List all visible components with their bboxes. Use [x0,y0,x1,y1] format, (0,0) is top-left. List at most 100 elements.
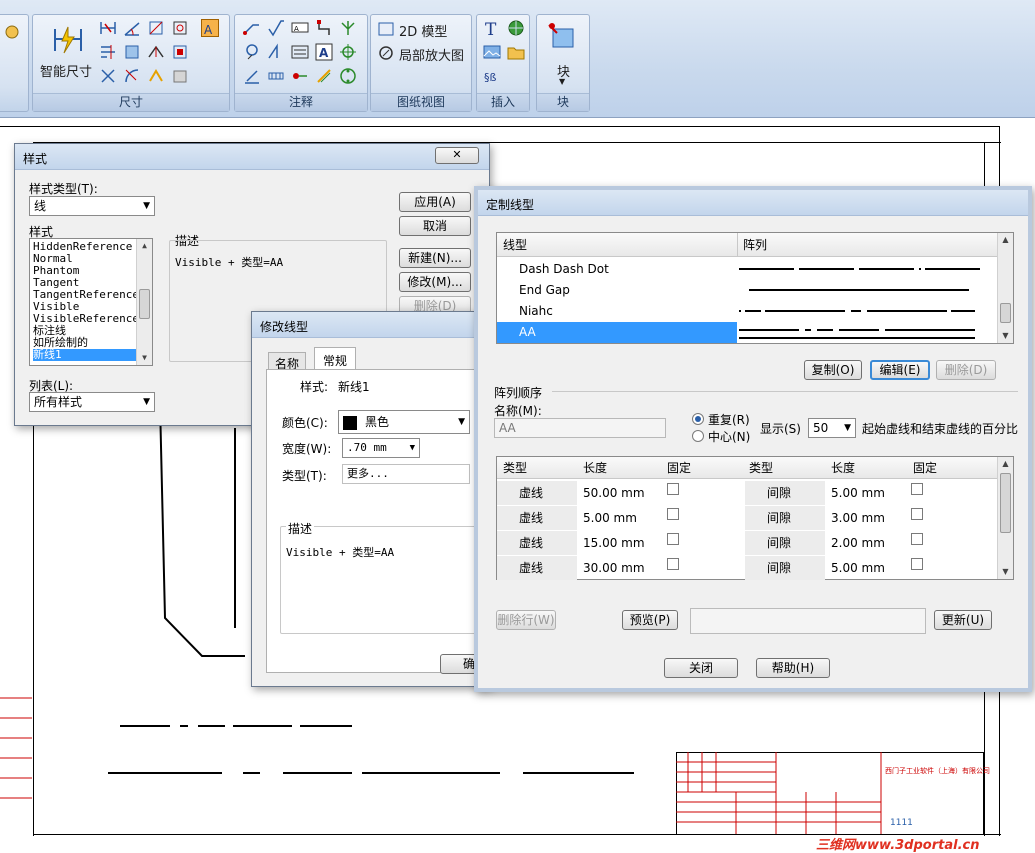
help-button[interactable]: 帮助(H) [756,658,830,678]
scroll-thumb[interactable] [1000,303,1011,323]
detail-view-icon[interactable] [377,44,395,62]
col-linetype[interactable]: 线型 [503,233,527,257]
scroll-up-icon[interactable]: ▲ [998,457,1013,471]
repeat-radio[interactable] [692,413,704,425]
scroll-thumb[interactable] [139,289,150,319]
preview-button[interactable]: 预览(P) [622,610,678,630]
linetype-list[interactable]: 线型 阵列 Dash Dash Dot End Gap Niahc AA ▲ ▼ [496,232,1014,344]
dash-length-cell[interactable]: 5.00 mm [577,506,661,530]
bolt-hole-circle-icon[interactable] [339,67,357,85]
cancel-button[interactable]: 取消 [399,216,471,236]
dash-length-cell[interactable]: 30.00 mm [577,556,661,580]
smart-dimension-icon[interactable] [51,23,85,57]
linear-dim-icon[interactable] [99,19,117,37]
modify-dialog-titlebar[interactable]: 修改线型 [252,312,490,338]
update-button[interactable]: 更新(U) [934,610,992,630]
name-field[interactable]: AA [494,418,666,438]
close-icon[interactable]: ✕ [435,147,479,164]
block-icon[interactable] [547,21,577,51]
dash-type-cell[interactable]: 间隙 [745,531,825,555]
model-2d-button[interactable]: 2D 模型 [399,21,447,40]
center-mark-icon[interactable] [339,19,357,37]
dash-type-cell[interactable]: 虚线 [497,481,577,505]
hand-icon[interactable] [3,23,21,41]
chain-dim-icon[interactable] [147,43,165,61]
modify-button[interactable]: 修改(M)... [399,272,471,292]
col-fixed-1[interactable]: 固定 [667,457,691,479]
ordinate-dim-icon[interactable] [123,43,141,61]
linetype-name[interactable]: Niahc [497,301,737,322]
hole-dim-icon[interactable] [171,19,189,37]
list-item[interactable]: 新线1 [33,349,136,361]
style-type-select[interactable]: 线 ▼ [29,196,155,216]
dash-length-cell[interactable]: 5.00 mm [825,556,909,580]
dash-type-cell[interactable]: 间隙 [745,481,825,505]
weld-icon[interactable] [315,19,333,37]
fixed-checkbox[interactable] [667,533,679,545]
fixed-checkbox[interactable] [911,558,923,570]
chevron-down-icon[interactable]: ▼ [559,77,565,86]
apply-button[interactable]: 应用(A) [399,192,471,212]
chamfer-dim-icon[interactable] [147,19,165,37]
table-row[interactable]: 虚线 30.00 mm 间隙 5.00 mm [497,556,997,580]
surface-finish-icon[interactable] [267,19,285,37]
fixed-checkbox[interactable] [911,508,923,520]
styles-list[interactable]: HiddenReference Normal Phantom Tangent Tange… [29,238,153,366]
centerline-icon[interactable] [315,67,333,85]
detail-view-button[interactable]: 局部放大图 [399,45,464,64]
col-type-2[interactable]: 类型 [749,457,773,479]
width-select[interactable]: .70 mm ▼ [342,438,420,458]
col-array[interactable]: 阵列 [743,233,767,257]
scroll-up-icon[interactable]: ▲ [998,233,1013,247]
color-select[interactable]: 黑色 ▼ [338,410,470,434]
symbol-icon[interactable]: §ß [483,67,501,85]
table-row[interactable]: 虚线 15.00 mm 间隙 2.00 mm [497,531,997,555]
table-row[interactable]: AA [497,322,997,343]
dash-table-scrollbar[interactable]: ▲ ▼ [997,457,1013,579]
text-style-icon[interactable]: A [201,19,219,37]
col-length-1[interactable]: 长度 [583,457,607,479]
balloon-icon[interactable] [291,67,309,85]
table-row[interactable]: Niahc [497,301,997,322]
dash-type-cell[interactable]: 虚线 [497,531,577,555]
feature-control-icon[interactable] [267,43,285,61]
dash-type-cell[interactable]: 间隙 [745,506,825,530]
note-icon[interactable] [291,43,309,61]
list-filter-select[interactable]: 所有样式 ▼ [29,392,155,412]
radius-dim-icon[interactable] [123,67,141,85]
fixed-checkbox[interactable] [667,483,679,495]
fixed-checkbox[interactable] [667,558,679,570]
table-row[interactable]: 虚线 50.00 mm 间隙 5.00 mm [497,481,997,505]
center-radio[interactable] [692,430,704,442]
fixed-checkbox[interactable] [911,483,923,495]
col-type-1[interactable]: 类型 [503,457,527,479]
linetype-name[interactable]: Dash Dash Dot [497,259,737,280]
dim-style-icon[interactable] [171,67,189,85]
baseline-dim-icon[interactable] [99,43,117,61]
dash-length-cell[interactable]: 50.00 mm [577,481,661,505]
style-dialog-titlebar[interactable]: 样式 ✕ [15,144,489,170]
fixed-checkbox[interactable] [911,533,923,545]
dash-type-cell[interactable]: 间隙 [745,556,825,580]
datum-icon[interactable] [243,43,261,61]
angle-dim-icon[interactable] [123,19,141,37]
symmetric-dim-icon[interactable] [147,67,165,85]
text-insert-icon[interactable]: T [483,19,501,37]
table-row[interactable]: End Gap [497,280,997,301]
scroll-up-icon[interactable]: ▲ [137,239,152,253]
linetype-name[interactable]: AA [497,322,737,343]
styles-list-scrollbar[interactable]: ▲ ▼ [136,239,152,365]
fixed-checkbox[interactable] [667,508,679,520]
smart-dimension-label[interactable]: 智能尺寸 [40,61,92,80]
bolt-circle-icon[interactable] [267,67,285,85]
auto-dim-icon[interactable] [171,43,189,61]
custom-dialog-titlebar[interactable]: 定制线型 [478,190,1028,216]
target-icon[interactable] [339,43,357,61]
col-length-2[interactable]: 长度 [831,457,855,479]
new-button[interactable]: 新建(N)... [399,248,471,268]
model-2d-icon[interactable] [377,20,395,38]
copy-button[interactable]: 复制(O) [804,360,862,380]
folder-link-icon[interactable] [507,43,525,61]
dash-table[interactable]: 类型 长度 固定 类型 长度 固定 虚线 50.00 mm 间隙 5.00 mm 虚线 5… [496,456,1014,580]
display-select[interactable]: 50 ▼ [808,418,856,438]
